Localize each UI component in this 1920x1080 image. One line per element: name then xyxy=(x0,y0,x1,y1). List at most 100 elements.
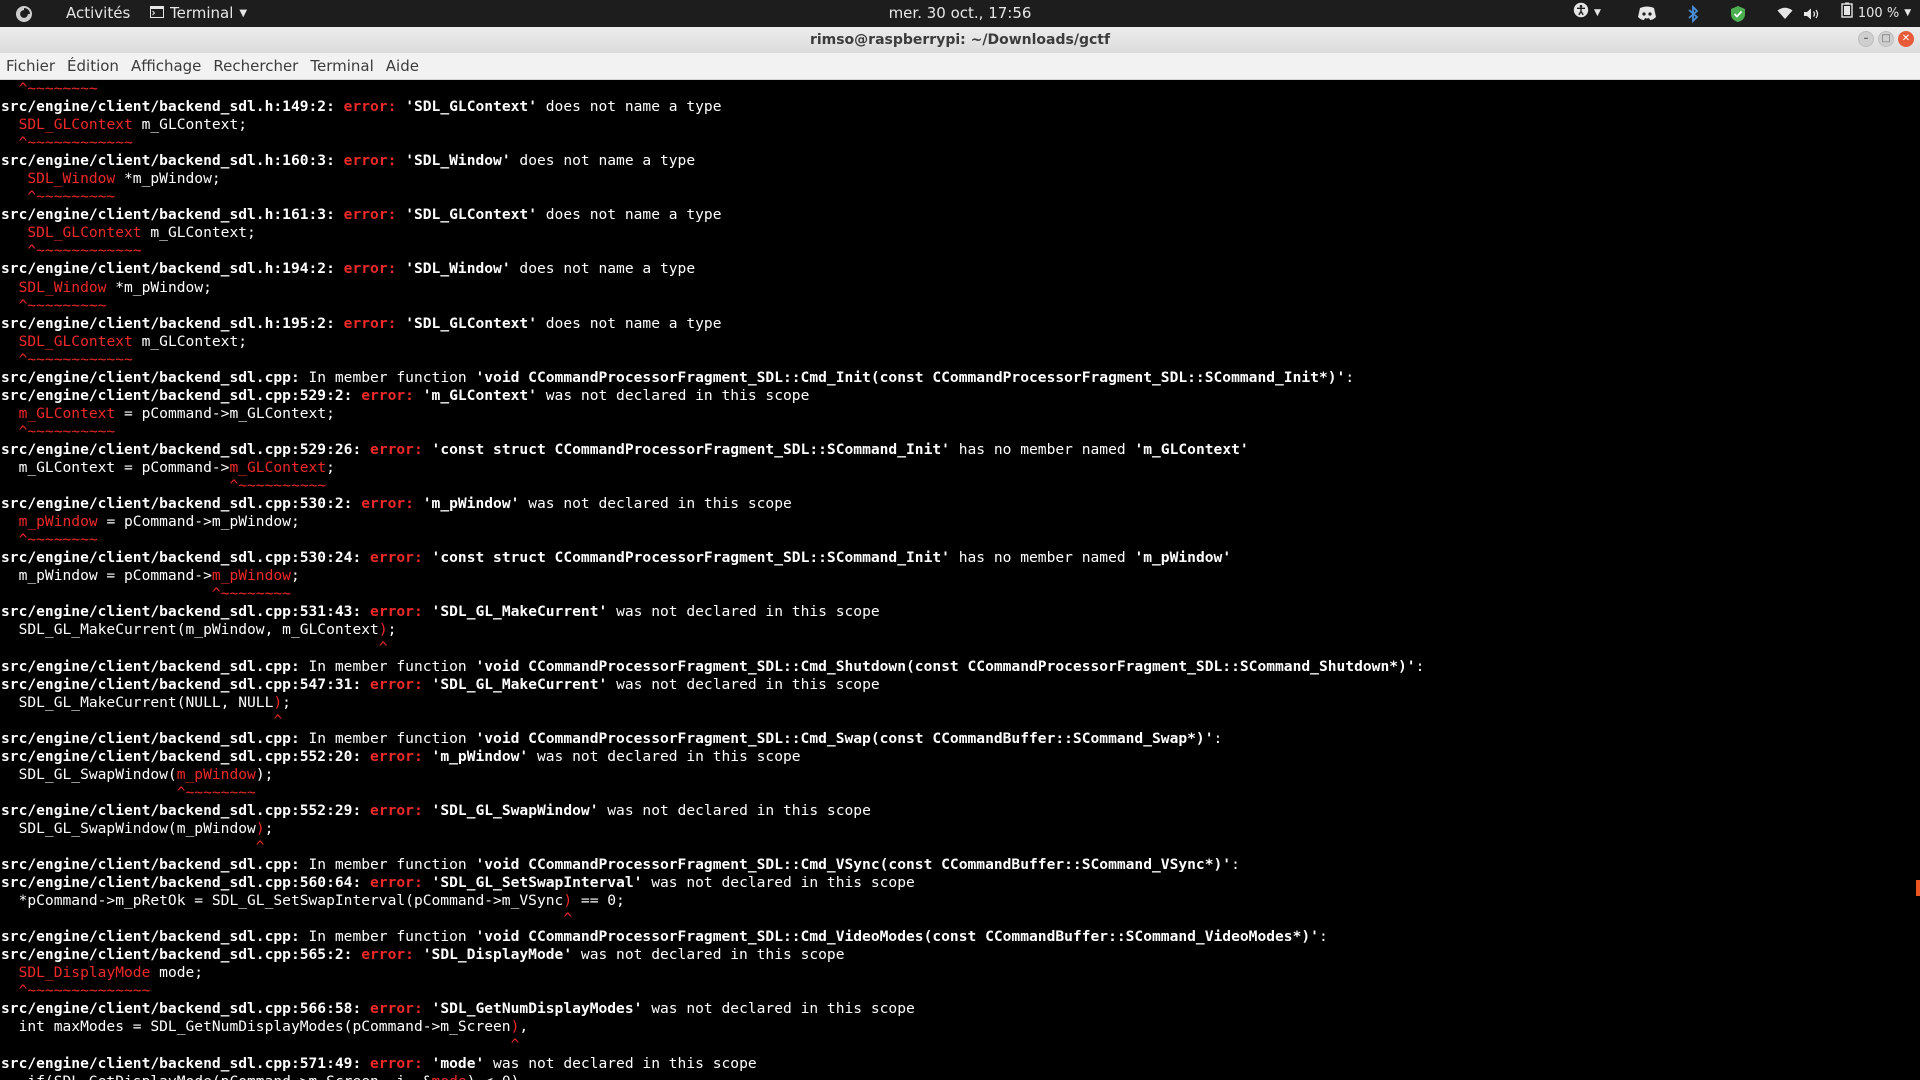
system-logo-icon[interactable] xyxy=(16,0,34,27)
terminal-segment-caret: ^~~~~~~~~ xyxy=(1,80,98,97)
terminal-segment-path: src/engine/client/backend_sdl.h:161:3: xyxy=(1,206,344,224)
clock[interactable]: mer. 30 oct., 17:56 xyxy=(889,4,1032,22)
terminal-segment-q: 'SDL_GL_SetSwapInterval' xyxy=(431,874,643,892)
terminal-segment-q: 'const struct CCommandProcessorFragment_… xyxy=(431,549,950,567)
menu-view[interactable]: Affichage xyxy=(125,53,207,79)
terminal-segment-path: src/engine/client/backend_sdl.cpp:529:2: xyxy=(1,386,362,404)
terminal-segment-txt: ; xyxy=(282,693,291,711)
terminal-segment-err: error: xyxy=(370,801,432,819)
minimize-button[interactable]: – xyxy=(1858,31,1874,47)
terminal-segment-path: src/engine/client/backend_sdl.cpp:565:2: xyxy=(1,946,362,964)
terminal-segment-txt: In member function xyxy=(299,928,476,946)
discord-icon[interactable] xyxy=(1634,0,1660,27)
terminal-segment-caret: ^~~~~~~~~~~~~ xyxy=(1,242,142,260)
vpn-shield-icon[interactable] xyxy=(1727,0,1749,27)
menu-bar: Fichier Édition Affichage Rechercher Ter… xyxy=(0,53,1920,80)
terminal-segment-err: error: xyxy=(370,440,432,458)
terminal-segment-txt: does not name a type xyxy=(536,98,722,116)
volume-icon[interactable] xyxy=(1801,0,1823,27)
window-titlebar[interactable]: rimso@raspberrypi: ~/Downloads/gctf – □ … xyxy=(0,27,1920,54)
terminal-segment-q: 'void CCommandProcessorFragment_SDL::Cmd… xyxy=(475,729,1214,747)
terminal-segment-q: 'void CCommandProcessorFragment_SDL::Cmd… xyxy=(475,657,1416,675)
maximize-button[interactable]: □ xyxy=(1878,31,1894,47)
terminal-line: ^~~~~~~~~ xyxy=(1,585,1424,603)
terminal-line: src/engine/client/backend_sdl.h:149:2: e… xyxy=(1,98,1424,116)
terminal-segment-path: src/engine/client/backend_sdl.cpp: xyxy=(1,368,300,386)
terminal-line: ^~~~~~~~~ xyxy=(1,784,1424,802)
terminal-segment-txt: if(SDL_GetDisplayMode(pCommand->m_Screen… xyxy=(1,1073,431,1080)
terminal-segment-path: src/engine/client/backend_sdl.h:194:2: xyxy=(1,260,344,278)
terminal-segment-err: error: xyxy=(361,946,423,964)
terminal-segment-hl: SDL_GLContext xyxy=(18,116,133,134)
activities-button[interactable]: Activités xyxy=(66,0,130,27)
terminal-segment-q: 'void CCommandProcessorFragment_SDL::Cmd… xyxy=(475,856,1232,874)
menu-file[interactable]: Fichier xyxy=(0,53,61,79)
terminal-segment-txt: ; xyxy=(264,819,274,837)
terminal-segment-path: src/engine/client/backend_sdl.cpp:547:31… xyxy=(1,675,371,693)
terminal-line: src/engine/client/backend_sdl.cpp:565:2:… xyxy=(1,946,1424,964)
menu-search[interactable]: Rechercher xyxy=(207,53,304,79)
battery-icon xyxy=(1841,0,1853,27)
terminal-segment-txt xyxy=(1,333,19,350)
terminal-segment-caret: ^~~~~~~~~ xyxy=(1,531,98,549)
terminal-segment-hl: SDL_GLContext xyxy=(18,332,133,350)
terminal-segment-hl: ) xyxy=(378,621,388,639)
terminal-segment-path: src/engine/client/backend_sdl.cpp:529:26… xyxy=(1,440,371,458)
power-menu[interactable]: 100 % ▼ xyxy=(1834,0,1918,27)
terminal-line: src/engine/client/backend_sdl.cpp:566:58… xyxy=(1,1000,1424,1018)
terminal-line: ^ xyxy=(1,838,1424,856)
top-bar: Activités Terminal ▼ mer. 30 oct., 17:56… xyxy=(0,0,1920,27)
terminal-line: src/engine/client/backend_sdl.cpp:531:43… xyxy=(1,603,1424,621)
terminal-segment-caret: ^~~~~~~~~~~~~ xyxy=(1,350,133,368)
menu-terminal[interactable]: Terminal xyxy=(304,53,379,79)
terminal-line: ^~~~~~~~~~~~~~~ xyxy=(1,982,1424,1000)
terminal-segment-txt xyxy=(1,279,19,296)
terminal-segment-txt: *m_pWindow; xyxy=(106,278,212,296)
terminal-line: SDL_GL_SwapWindow(m_pWindow); xyxy=(1,766,1424,784)
terminal-segment-path: src/engine/client/backend_sdl.cpp:531:43… xyxy=(1,603,371,621)
terminal-segment-hl: m_GLContext xyxy=(229,458,327,476)
terminal-segment-q: 'm_pWindow' xyxy=(1134,549,1232,567)
terminal-segment-q: 'void CCommandProcessorFragment_SDL::Cmd… xyxy=(475,928,1319,946)
menu-edit[interactable]: Édition xyxy=(61,53,125,79)
terminal-segment-err: error: xyxy=(343,314,406,332)
terminal-line: ^~~~~~~~~ xyxy=(1,80,1424,98)
terminal-line: src/engine/client/backend_sdl.h:194:2: e… xyxy=(1,260,1424,278)
terminal-segment-txt: SDL_GL_SwapWindow( xyxy=(1,765,177,783)
terminal-line: m_pWindow = pCommand->m_pWindow; xyxy=(1,567,1424,585)
terminal-segment-txt: : xyxy=(1345,368,1355,386)
terminal-line: *pCommand->m_pRetOk = SDL_GL_SetSwapInte… xyxy=(1,892,1424,910)
terminal-segment-path: src/engine/client/backend_sdl.cpp:552:29… xyxy=(1,801,371,819)
scrollbar-indicator[interactable] xyxy=(1916,880,1920,896)
bluetooth-icon[interactable] xyxy=(1682,0,1704,27)
terminal-segment-q: 'SDL_GL_MakeCurrent' xyxy=(431,603,608,621)
wifi-icon[interactable] xyxy=(1775,0,1795,27)
app-menu-button[interactable]: Terminal ▼ xyxy=(150,0,247,27)
terminal-segment-txt: m_GLContext; xyxy=(132,332,248,350)
terminal-segment-err: error: xyxy=(370,1054,432,1072)
terminal-segment-caret: ^~~~~~~~~~~ xyxy=(1,422,116,440)
close-button[interactable]: ✕ xyxy=(1898,31,1914,47)
menu-help[interactable]: Aide xyxy=(380,53,425,79)
terminal-segment-err: error: xyxy=(370,549,432,567)
terminal-line: m_GLContext = pCommand->m_GLContext; xyxy=(1,405,1424,423)
terminal-segment-txt: ); xyxy=(255,765,274,783)
terminal-segment-caret: ^~~~~~~~~ xyxy=(1,783,256,801)
terminal-segment-txt: SDL_GL_SwapWindow(m_pWindow xyxy=(1,819,256,837)
terminal-segment-q: 'mode' xyxy=(431,1054,485,1072)
chevron-down-icon: ▼ xyxy=(1904,8,1912,18)
terminal-segment-q: 'SDL_GetNumDisplayModes' xyxy=(431,1000,643,1018)
terminal-line: src/engine/client/backend_sdl.cpp: In me… xyxy=(1,730,1424,748)
terminal-segment-txt: : xyxy=(1318,928,1328,946)
terminal-line: ^~~~~~~~~~~~~ xyxy=(1,351,1424,369)
terminal-segment-path: src/engine/client/backend_sdl.cpp:566:58… xyxy=(1,1000,371,1018)
terminal-line: ^~~~~~~~~~ xyxy=(1,188,1424,206)
terminal-segment-path: src/engine/client/backend_sdl.cpp: xyxy=(1,657,300,675)
terminal-line: SDL_GLContext m_GLContext; xyxy=(1,333,1424,351)
accessibility-menu[interactable]: ▼ xyxy=(1568,0,1606,27)
terminal-line: ^~~~~~~~~~~ xyxy=(1,423,1424,441)
terminal-segment-txt: has no member named xyxy=(949,549,1135,567)
terminal-segment-txt: does not name a type xyxy=(510,152,696,170)
terminal-segment-hl: m_pWindow xyxy=(176,765,256,783)
terminal-output[interactable]: ^~~~~~~~~ src/engine/client/backend_sdl.h… xyxy=(0,80,1920,1080)
